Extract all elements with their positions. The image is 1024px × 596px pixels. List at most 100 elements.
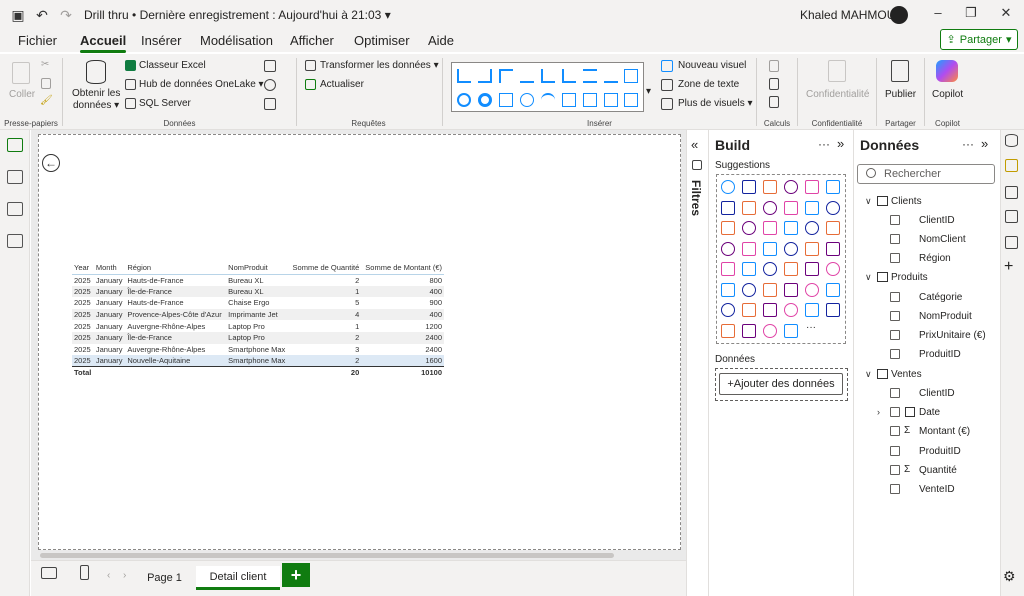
new-measure-icon[interactable] <box>769 78 779 90</box>
model-view-icon[interactable] <box>7 202 23 216</box>
field-checkbox[interactable] <box>890 253 900 263</box>
map-icon[interactable] <box>520 93 534 107</box>
enter-data-icon[interactable] <box>264 60 276 72</box>
visual-type-icon[interactable] <box>784 282 798 297</box>
visual-type-icon[interactable] <box>742 323 756 338</box>
visual-type-icon[interactable] <box>721 282 735 297</box>
stacked-column-icon[interactable] <box>478 69 492 83</box>
table-produits[interactable]: Produits <box>891 272 928 283</box>
format-pane-icon[interactable] <box>1005 186 1018 199</box>
visual-type-icon[interactable] <box>805 221 819 235</box>
dax-query-icon[interactable] <box>7 234 23 248</box>
document-title[interactable]: Drill thru • Dernière enregistrement : A… <box>84 8 391 22</box>
col-region[interactable]: Région <box>125 262 227 275</box>
visual-type-icon[interactable] <box>742 282 756 297</box>
visual-type-icon[interactable] <box>826 221 840 235</box>
visual-type-icon[interactable] <box>784 262 798 276</box>
bar-100-icon[interactable] <box>541 69 555 83</box>
tab-fichier[interactable]: Fichier <box>18 33 57 48</box>
desktop-layout-icon[interactable] <box>41 567 57 579</box>
field-region[interactable]: Région <box>919 253 951 264</box>
paste-label[interactable]: Coller <box>9 89 35 100</box>
visual-type-icon[interactable] <box>805 262 819 276</box>
avatar[interactable] <box>890 6 908 24</box>
gallery-expand-icon[interactable]: ▾ <box>646 86 651 97</box>
visual-type-icon[interactable] <box>826 200 840 215</box>
collapse-build-icon[interactable]: » <box>837 136 844 151</box>
copy-icon[interactable] <box>41 78 51 89</box>
donut-chart-icon[interactable] <box>478 93 492 107</box>
visual-type-icon[interactable] <box>721 200 735 215</box>
visual-type-icon[interactable] <box>742 200 756 215</box>
more-visuals-icon[interactable]: ··· <box>806 322 816 333</box>
visual-type-icon[interactable] <box>763 221 777 235</box>
more-visuals-button[interactable]: Plus de visuels ▾ <box>678 98 753 109</box>
field-checkbox[interactable] <box>890 446 900 456</box>
pie-chart-icon[interactable] <box>457 93 471 107</box>
visual-type-icon[interactable] <box>763 323 777 338</box>
drillthrough-table[interactable]: Year Month Région NomProduit Somme de Qu… <box>72 262 444 379</box>
sql-server-button[interactable]: SQL Server <box>139 98 191 109</box>
field-ventes-produitid[interactable]: ProduitID <box>919 446 961 457</box>
table-row[interactable]: 2025 January Provence-Alpes-Côte d'Azur Imp… <box>72 308 444 321</box>
visual-type-icon[interactable] <box>721 323 735 338</box>
field-checkbox[interactable] <box>890 330 900 340</box>
horizontal-scrollbar[interactable] <box>40 553 614 558</box>
search-input[interactable]: Rechercher <box>857 164 995 184</box>
tab-modelisation[interactable]: Modélisation <box>200 33 273 48</box>
visual-type-icon[interactable] <box>763 262 777 276</box>
back-arrow-icon[interactable]: ← <box>42 154 60 172</box>
field-checkbox[interactable] <box>890 234 900 244</box>
line-chart-icon[interactable] <box>583 69 597 83</box>
clustered-column-icon[interactable] <box>520 69 534 83</box>
selection-icon[interactable] <box>1005 236 1018 249</box>
refresh-button[interactable]: Actualiser <box>320 79 364 90</box>
format-painter-icon[interactable]: 🖌 <box>40 95 53 106</box>
paste-icon[interactable] <box>12 62 30 84</box>
filters-label[interactable]: Filtres <box>689 180 703 216</box>
field-venteid[interactable]: VenteID <box>919 484 955 495</box>
textbox-button[interactable]: Zone de texte <box>678 79 739 90</box>
visual-type-icon[interactable] <box>826 303 840 317</box>
copilot-button[interactable]: Copilot <box>932 89 963 100</box>
data-more-options-icon[interactable]: ··· <box>962 137 974 151</box>
dataverse-icon[interactable] <box>264 79 276 91</box>
field-nomclient[interactable]: NomClient <box>919 234 966 245</box>
visual-type-icon[interactable] <box>721 241 735 256</box>
database-icon[interactable] <box>86 60 106 84</box>
field-checkbox[interactable] <box>890 292 900 302</box>
visual-type-icon[interactable] <box>742 303 756 317</box>
col-year[interactable]: Year <box>72 262 94 275</box>
visuals-gallery[interactable] <box>451 62 644 112</box>
visual-type-icon[interactable] <box>742 221 756 235</box>
table-row[interactable]: 2025 January Île-de-France Laptop Pro 2 2400 <box>72 331 444 344</box>
collapse-data-icon[interactable]: » <box>981 136 988 151</box>
field-checkbox[interactable] <box>890 465 900 475</box>
page-tab-1[interactable]: Page 1 <box>138 566 191 590</box>
col-amount[interactable]: Somme de Montant (€) <box>361 262 444 275</box>
visual-type-icon[interactable] <box>763 282 777 297</box>
clustered-bar-icon[interactable] <box>499 69 513 83</box>
table-clients[interactable]: Clients <box>891 196 922 207</box>
add-pane-icon[interactable]: + <box>1004 258 1013 276</box>
data-pane-icon[interactable] <box>1005 134 1018 147</box>
visual-type-icon[interactable] <box>742 241 756 256</box>
chevron-right-icon[interactable]: › <box>877 407 880 417</box>
restore-icon[interactable]: ❐ <box>961 5 981 21</box>
close-icon[interactable]: ✕ <box>996 5 1016 21</box>
table-ventes[interactable]: Ventes <box>891 369 922 380</box>
save-icon[interactable]: ▣ <box>6 3 30 27</box>
visual-type-icon[interactable] <box>805 303 819 317</box>
visual-type-icon[interactable] <box>763 180 777 194</box>
new-visual-button[interactable]: Nouveau visuel <box>678 60 746 71</box>
visual-type-icon[interactable] <box>742 180 756 194</box>
visual-type-icon[interactable] <box>826 262 840 276</box>
visual-type-icon[interactable] <box>805 200 819 215</box>
share-button[interactable]: ⇪ Partager ▾ <box>940 29 1018 50</box>
gauge-icon[interactable] <box>541 93 555 107</box>
visual-type-icon[interactable] <box>784 221 798 235</box>
visual-type-icon[interactable] <box>721 262 735 276</box>
table-row[interactable]: 2025 January Île-de-France Bureau XL 1 400 <box>72 285 444 298</box>
card-icon[interactable] <box>562 93 576 107</box>
visual-type-icon[interactable] <box>763 303 777 317</box>
